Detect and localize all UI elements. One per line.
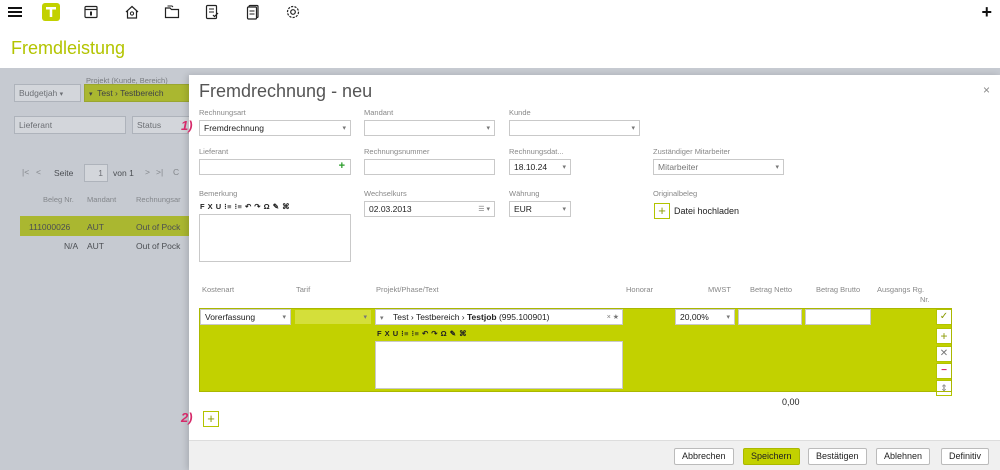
ablehnen-button[interactable]: Ablehnen	[876, 448, 931, 465]
rechnungsdatum-input[interactable]: 18.10.24 ▾	[509, 159, 571, 175]
rechnungsnummer-label: Rechnungsnummer	[364, 147, 430, 156]
mwst-select[interactable]: 20,00% ▾	[675, 309, 735, 325]
mandant-select[interactable]: ▾	[364, 120, 495, 136]
row-art: Out of Pock	[136, 222, 181, 232]
originalbeleg-label: Originalbeleg	[653, 189, 698, 198]
col-honorar: Honorar	[626, 285, 654, 294]
col-mwst: MWST	[708, 285, 731, 294]
col-tarif: Tarif	[296, 285, 311, 294]
confirm-line-check-icon[interactable]: ✓	[936, 309, 952, 325]
bemerkung-rte-toolbar[interactable]: F X U ⁝≡ ⁝≡ ↶ ↷ Ω ✎ ⌘	[200, 202, 290, 211]
dialog-title: Fremdrechnung - neu	[199, 81, 373, 101]
projekt-text-rte-toolbar[interactable]: F X U ⁝≡ ⁝≡ ↶ ↷ Ω ✎ ⌘	[377, 329, 467, 338]
pager-label: Seite	[54, 168, 74, 178]
tarif-select[interactable]: ▾	[294, 309, 372, 325]
row-beleg: N/A	[64, 241, 79, 251]
add-lieferant-icon[interactable]: +	[339, 160, 345, 172]
menu-icon[interactable]	[6, 3, 24, 21]
reorder-line-icon[interactable]: ⇕	[936, 380, 952, 396]
projekt-text-editor[interactable]	[375, 341, 623, 389]
app-logo-icon[interactable]	[42, 3, 60, 21]
rechnungsdatum-label: Rechnungsdat...	[509, 147, 564, 156]
delete-line-minus-icon[interactable]: −	[936, 363, 952, 379]
documents-icon[interactable]	[244, 3, 262, 21]
projekt-select[interactable]: ▾ Test › Testbereich › Testjob (995.1009…	[375, 309, 623, 325]
folders-icon[interactable]	[163, 3, 181, 21]
add-icon[interactable]: +	[981, 2, 992, 23]
abbrechen-button[interactable]: Abbrechen	[674, 448, 734, 465]
upload-plus-button[interactable]: +	[654, 203, 670, 219]
col-mandant: Mandant	[87, 195, 117, 204]
bemerkung-editor[interactable]	[199, 214, 351, 262]
col-ausgangs-nr: Nr.	[920, 295, 930, 304]
mitarbeiter-label: Zuständiger Mitarbeiter	[653, 147, 731, 156]
betrag-netto-input[interactable]	[738, 309, 802, 325]
col-projekt: Projekt/Phase/Text	[376, 285, 439, 294]
col-netto: Betrag Netto	[750, 285, 793, 294]
mandant-label: Mandant	[364, 108, 394, 117]
waehrung-label: Währung	[509, 189, 540, 198]
row-mandant: AUT	[87, 241, 104, 251]
home-location-icon[interactable]	[123, 3, 141, 21]
betrag-brutto-input[interactable]	[805, 309, 871, 325]
rechnungsart-label: Rechnungsart	[199, 108, 246, 117]
calendar-icon[interactable]	[82, 3, 100, 21]
gear-icon[interactable]	[284, 3, 302, 21]
wechselkurs-select[interactable]: 02.03.2013 ☰ ▾	[364, 201, 495, 217]
col-ausgangs: Ausgangs Rg.	[877, 285, 925, 294]
row-beleg: 111000026	[29, 222, 71, 232]
budget-year-select[interactable]: Budgetjah ▾	[14, 84, 81, 102]
cancel-line-x-icon[interactable]: ✕	[936, 346, 952, 362]
dialog-footer: Abbrechen Speichern Bestätigen Ablehnen …	[189, 440, 1000, 470]
lieferant-filter[interactable]: Lieferant	[14, 116, 126, 134]
pager-first[interactable]: |<	[22, 167, 29, 177]
wechselkurs-label: Wechselkurs	[364, 189, 407, 198]
row-mandant: AUT	[87, 222, 104, 232]
pager-prev[interactable]: <	[36, 167, 41, 177]
marker-two: 2)	[181, 410, 193, 425]
lieferant-input[interactable]: +	[199, 159, 351, 175]
col-beleg: Beleg Nr.	[43, 195, 74, 204]
definitiv-button[interactable]: Definitiv	[941, 448, 990, 465]
projekt-filter[interactable]: ▾ Test › Testbereich	[84, 84, 190, 102]
kunde-label: Kunde	[509, 108, 531, 117]
page-title: Fremdleistung	[11, 38, 126, 58]
lieferant-label: Lieferant	[199, 147, 229, 156]
pager-of: von 1	[113, 168, 134, 178]
speichern-button[interactable]: Speichern	[743, 448, 800, 465]
pager-next[interactable]: >	[145, 167, 150, 177]
marker-one: 1)	[181, 118, 193, 133]
fremdrechnung-dialog: Fremdrechnung - neu × 1) Rechnungsart Fr…	[181, 75, 1000, 470]
refresh-icon[interactable]: C	[173, 167, 179, 177]
top-app-bar: +	[0, 0, 1000, 26]
add-row-button[interactable]: +	[203, 411, 219, 427]
add-line-plus-icon[interactable]: +	[936, 328, 952, 344]
waehrung-select[interactable]: EUR ▾	[509, 201, 571, 217]
col-brutto: Betrag Brutto	[816, 285, 861, 294]
kunde-select[interactable]: ▾	[509, 120, 640, 136]
pager-page-input[interactable]: 1	[84, 164, 108, 182]
close-icon[interactable]: ×	[983, 83, 990, 97]
rechnungsart-select[interactable]: Fremdrechnung ▾	[199, 120, 351, 136]
total-amount: 0,00	[782, 397, 800, 407]
row-art: Out of Pock	[136, 241, 181, 251]
checklist-icon[interactable]	[203, 3, 221, 21]
kostenart-select[interactable]: Vorerfassung ▾	[200, 309, 291, 325]
bemerkung-label: Bemerkung	[199, 189, 238, 198]
col-art: Rechnungsar	[136, 195, 181, 204]
col-kostenart: Kostenart	[202, 285, 235, 294]
rechnungsnummer-input[interactable]	[364, 159, 495, 175]
upload-label[interactable]: Datei hochladen	[674, 206, 739, 216]
mitarbeiter-select[interactable]: Mitarbeiter ▾	[653, 159, 784, 175]
bestaetigen-button[interactable]: Bestätigen	[808, 448, 867, 465]
pager-last[interactable]: >|	[156, 167, 163, 177]
